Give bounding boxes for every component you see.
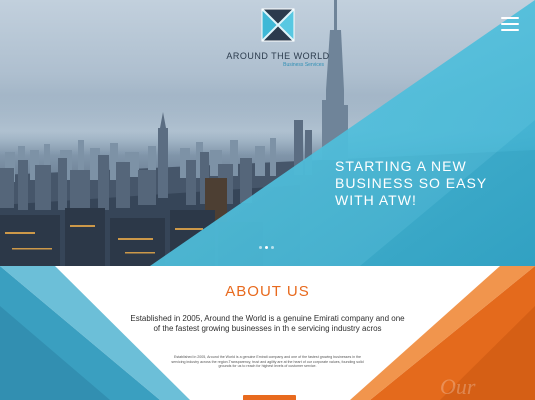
- about-body-text: Established in 2005, Around the World is…: [171, 355, 364, 369]
- svg-text:Our: Our: [440, 374, 476, 399]
- hero-headline-line: BUSINESS SO EASY: [335, 175, 488, 191]
- brand-name: AROUND THE WORLD: [226, 51, 330, 61]
- hero-headline: STARTING A NEW BUSINESS SO EASY WITH ATW…: [335, 158, 525, 209]
- about-section: Our ABOUT US Established in 2005, Around…: [0, 266, 535, 400]
- about-lead-text: Established in 2005, Around the World is…: [130, 314, 405, 333]
- slider-dot[interactable]: [265, 246, 268, 249]
- hero-headline-line: WITH ATW!: [335, 192, 417, 208]
- about-title: ABOUT US: [225, 283, 310, 300]
- slider-dot[interactable]: [271, 246, 274, 249]
- brand-tagline: Business Services: [283, 62, 324, 68]
- hero-slider: AROUND THE WORLD Business Services START…: [0, 0, 535, 266]
- hamburger-menu-icon[interactable]: [501, 17, 519, 31]
- diamond-x-logo-icon: [261, 8, 295, 42]
- read-more-button[interactable]: [243, 395, 296, 400]
- brand-logo[interactable]: AROUND THE WORLD Business Services: [226, 8, 330, 68]
- slider-dot[interactable]: [259, 246, 262, 249]
- hero-headline-line: STARTING A NEW: [335, 158, 467, 174]
